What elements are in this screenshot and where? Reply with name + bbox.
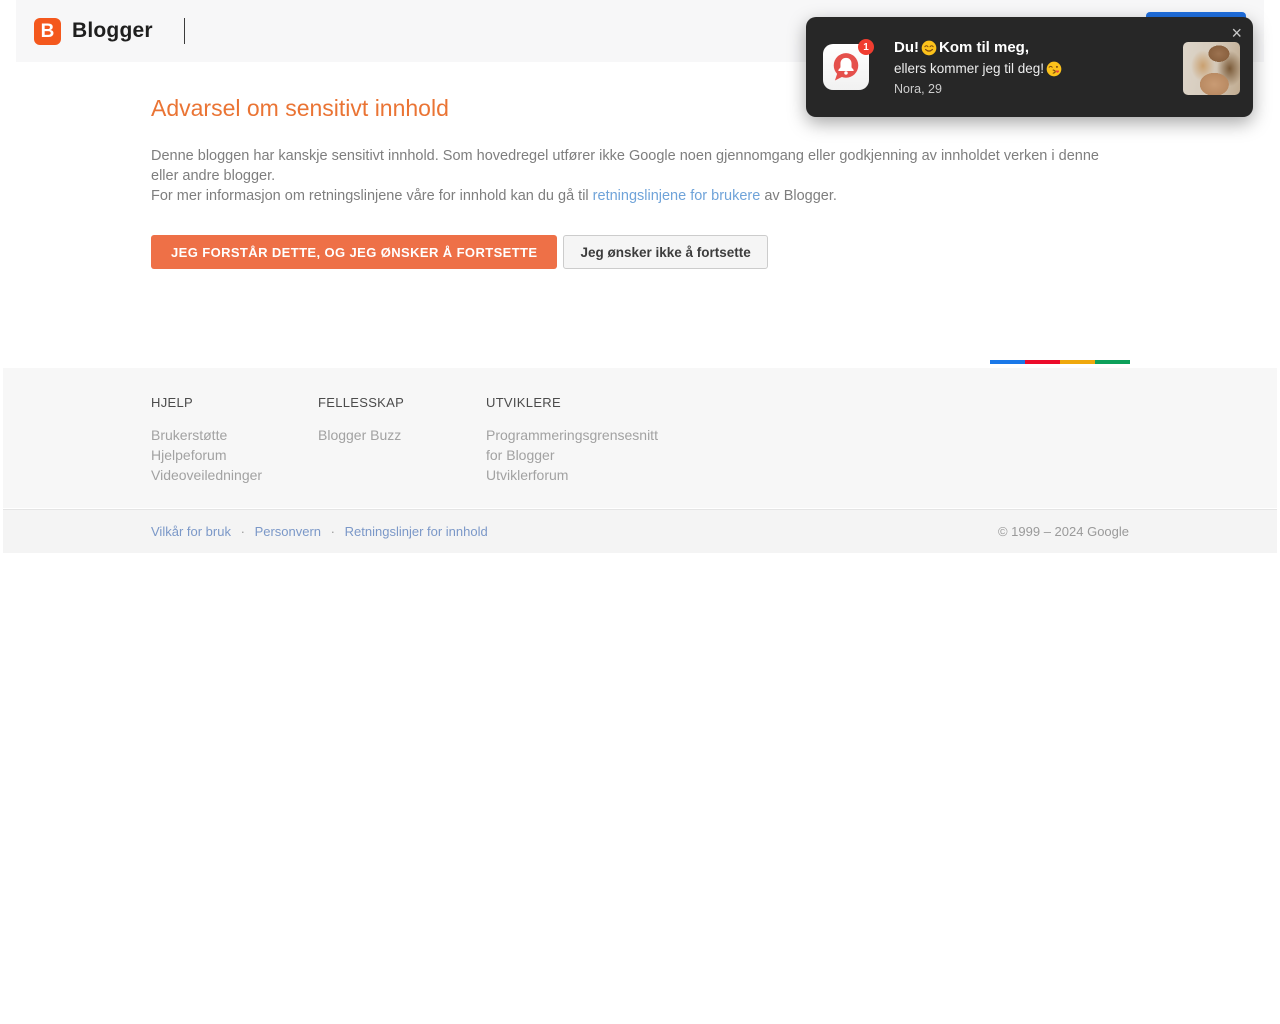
notification-sender: Nora, 29 bbox=[894, 82, 942, 96]
footer: HJELP Brukerstøtte Hjelpeforum Videoveil… bbox=[3, 368, 1277, 508]
notification-body: Du! Kom til meg, ellers kommer jeg til d… bbox=[894, 38, 1169, 96]
footer-link-blogger-buzz[interactable]: Blogger Buzz bbox=[318, 425, 486, 445]
notification-message-text: ellers kommer jeg til deg! bbox=[894, 61, 1045, 76]
button-row: JEG FORSTÅR DETTE, OG JEG ØNSKER Å FORTS… bbox=[151, 235, 1129, 269]
bell-bubble-icon bbox=[833, 53, 859, 81]
footer-link-video-tutorials[interactable]: Videoveiledninger bbox=[151, 465, 318, 485]
notification-title-suffix: Kom til meg, bbox=[939, 39, 1030, 56]
footer-link-api[interactable]: Programmeringsgrensesnitt for Blogger bbox=[486, 425, 676, 465]
footer-legal-bar: Vilkår for bruk · Personvern · Retningsl… bbox=[3, 509, 1277, 553]
copyright-text: © 1999 – 2024 Google bbox=[997, 524, 1129, 539]
legal-links: Vilkår for bruk · Personvern · Retningsl… bbox=[151, 524, 488, 539]
notification-title-prefix: Du! bbox=[894, 39, 919, 56]
notification-message: ellers kommer jeg til deg! bbox=[894, 59, 1169, 78]
google-bar-red bbox=[1025, 360, 1060, 364]
footer-link-help-forum[interactable]: Hjelpeforum bbox=[151, 445, 318, 465]
footer-heading-community: FELLESSKAP bbox=[318, 395, 405, 410]
warning-line-2-suffix: av Blogger. bbox=[760, 188, 837, 204]
smiling-face-emoji-icon bbox=[921, 40, 937, 56]
legal-separator: · bbox=[330, 524, 336, 539]
notification-bell-icon: 1 bbox=[823, 39, 874, 90]
google-color-bar bbox=[990, 360, 1130, 364]
legal-separator: · bbox=[240, 524, 245, 539]
brand-name: Blogger bbox=[72, 19, 153, 42]
footer-heading-help: HJELP bbox=[151, 395, 193, 410]
footer-link-support[interactable]: Brukerstøtte bbox=[151, 425, 318, 445]
notification-photo[interactable] bbox=[1183, 42, 1240, 95]
footer-column-developers: UTVIKLERE Programmeringsgrensesnitt for … bbox=[486, 395, 676, 485]
google-bar-green bbox=[1095, 360, 1130, 364]
warning-line-2-prefix: For mer informasjon om retningslinjene v… bbox=[151, 188, 593, 204]
footer-column-help: HJELP Brukerstøtte Hjelpeforum Videoveil… bbox=[151, 395, 318, 485]
notification-popup[interactable]: × 1 Du! Kom til meg, ellers kommer jeg t… bbox=[806, 17, 1253, 117]
blogger-logo-icon[interactable]: B bbox=[34, 17, 61, 45]
continue-button[interactable]: JEG FORSTÅR DETTE, OG JEG ØNSKER Å FORTS… bbox=[151, 235, 558, 269]
notification-title: Du! Kom til meg, bbox=[894, 38, 1169, 58]
warning-line-2: For mer informasjon om retningslinjene v… bbox=[151, 186, 1129, 206]
content-guidelines-link[interactable]: Retningslinjer for innhold bbox=[345, 524, 488, 539]
decline-button[interactable]: Jeg ønsker ikke å fortsette bbox=[563, 235, 768, 269]
warning-text: Denne bloggen har kanskje sensitivt innh… bbox=[151, 146, 1129, 206]
notification-badge: 1 bbox=[858, 39, 874, 55]
terms-link[interactable]: Vilkår for bruk bbox=[151, 524, 231, 539]
blogger-logo-letter: B bbox=[40, 20, 55, 42]
google-bar-yellow bbox=[1060, 360, 1095, 364]
footer-link-dev-forum[interactable]: Utviklerforum bbox=[486, 465, 676, 485]
privacy-link[interactable]: Personvern bbox=[255, 524, 321, 539]
footer-column-community: FELLESSKAP Blogger Buzz bbox=[318, 395, 486, 485]
kissing-face-emoji-icon bbox=[1046, 61, 1062, 76]
footer-heading-developers: UTVIKLERE bbox=[486, 395, 561, 410]
footer-columns: HJELP Brukerstøtte Hjelpeforum Videoveil… bbox=[151, 368, 1277, 485]
footer-legal-inner: Vilkår for bruk · Personvern · Retningsl… bbox=[151, 524, 1129, 539]
content-policy-link[interactable]: retningslinjene for brukere bbox=[593, 188, 761, 204]
warning-line-1: Denne bloggen har kanskje sensitivt innh… bbox=[151, 148, 1099, 184]
google-bar-blue bbox=[990, 360, 1025, 364]
header-divider bbox=[183, 18, 185, 44]
